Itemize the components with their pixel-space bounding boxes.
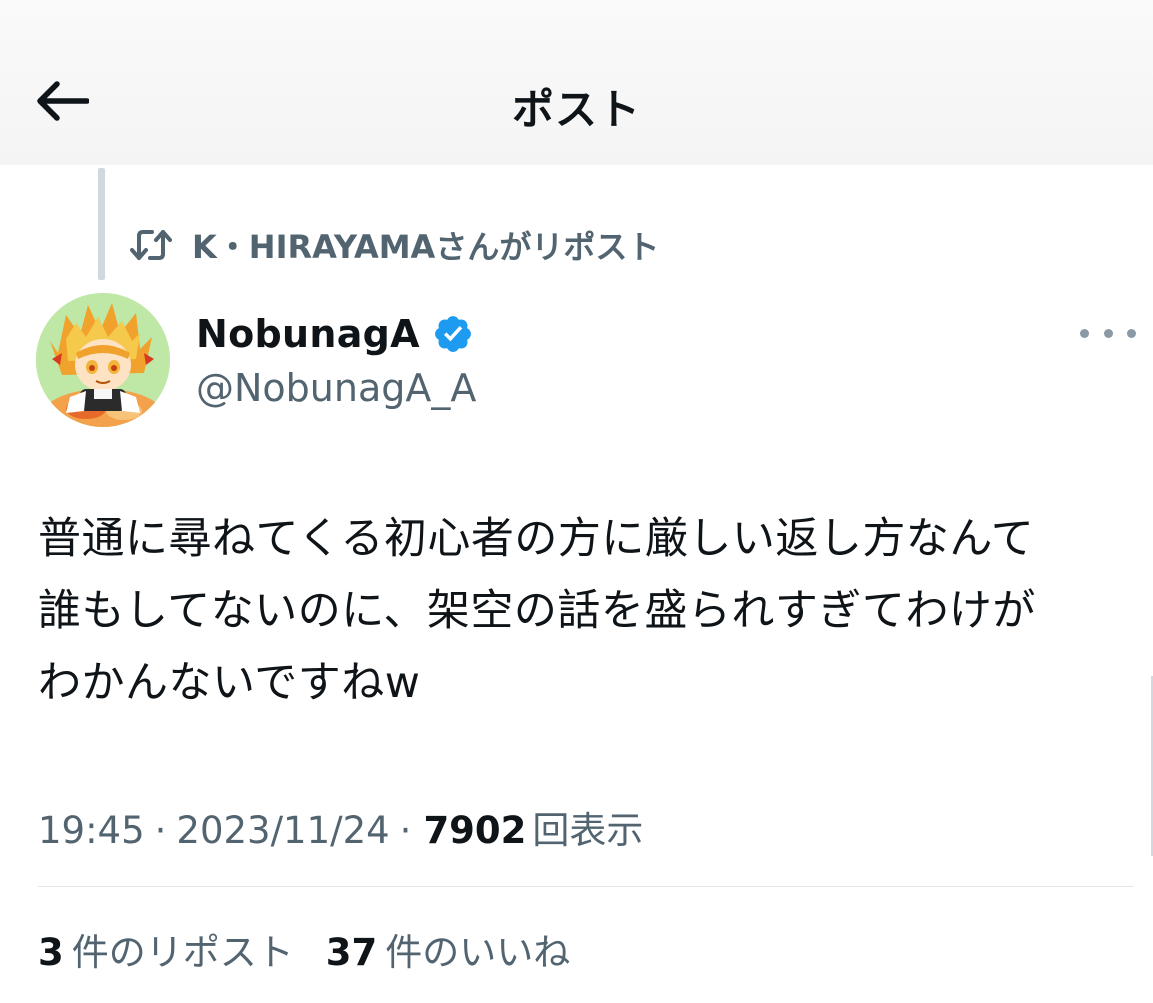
views-label: 回表示 <box>532 809 644 852</box>
verified-badge-icon <box>434 316 471 352</box>
post-meta: 19:45 · 2023/11/24 · 7902 回表示 <box>38 800 643 854</box>
author-display-name: NobunagA <box>196 312 420 356</box>
post-text-line: 誰もしてないのに、架空の話を盛られすぎてわけが <box>38 586 1036 636</box>
reposts-label: 件のリポスト <box>71 931 294 974</box>
more-dot <box>1103 328 1113 338</box>
post-text: 普通に尋ねてくる初心者の方に厳しい返し方なんて 誰もしてないのに、架空の話を盛ら… <box>38 503 1138 719</box>
author-name-row[interactable]: NobunagA <box>196 308 474 360</box>
likes-stat[interactable]: 37 件のいいね <box>326 922 571 976</box>
repost-context[interactable]: K・HIRAYAMAさんがリポスト <box>130 224 659 266</box>
thread-line <box>98 168 105 280</box>
avatar[interactable] <box>36 293 170 427</box>
likes-label: 件のいいね <box>385 931 571 974</box>
top-bar: ポスト <box>0 0 1153 165</box>
more-dot <box>1080 328 1089 338</box>
author-handle[interactable]: @NobunagA_A <box>196 366 476 410</box>
post-date[interactable]: 2023/11/24 <box>176 809 389 852</box>
post-text-line: 普通に尋ねてくる初心者の方に厳しい返し方なんて <box>38 514 1035 564</box>
reposts-stat[interactable]: 3 件のリポスト <box>38 922 294 976</box>
more-dot <box>1127 328 1136 338</box>
engagement-stats: 3 件のリポスト 37 件のいいね <box>38 922 570 976</box>
post-time[interactable]: 19:45 <box>38 809 145 852</box>
more-options-button[interactable] <box>1080 316 1136 350</box>
post-text-line: わかんないですねw <box>38 658 421 708</box>
meta-separator: · <box>154 809 167 852</box>
avatar-anime-character <box>36 293 170 427</box>
page-title: ポスト <box>511 85 641 134</box>
meta-separator: · <box>399 809 412 852</box>
divider <box>38 886 1134 887</box>
likes-count: 37 <box>325 931 378 974</box>
repost-context-text: K・HIRAYAMAさんがリポスト <box>192 228 660 266</box>
views-count[interactable]: 7902 <box>423 809 526 852</box>
reposts-count: 3 <box>38 931 64 974</box>
retweet-icon <box>130 225 174 265</box>
